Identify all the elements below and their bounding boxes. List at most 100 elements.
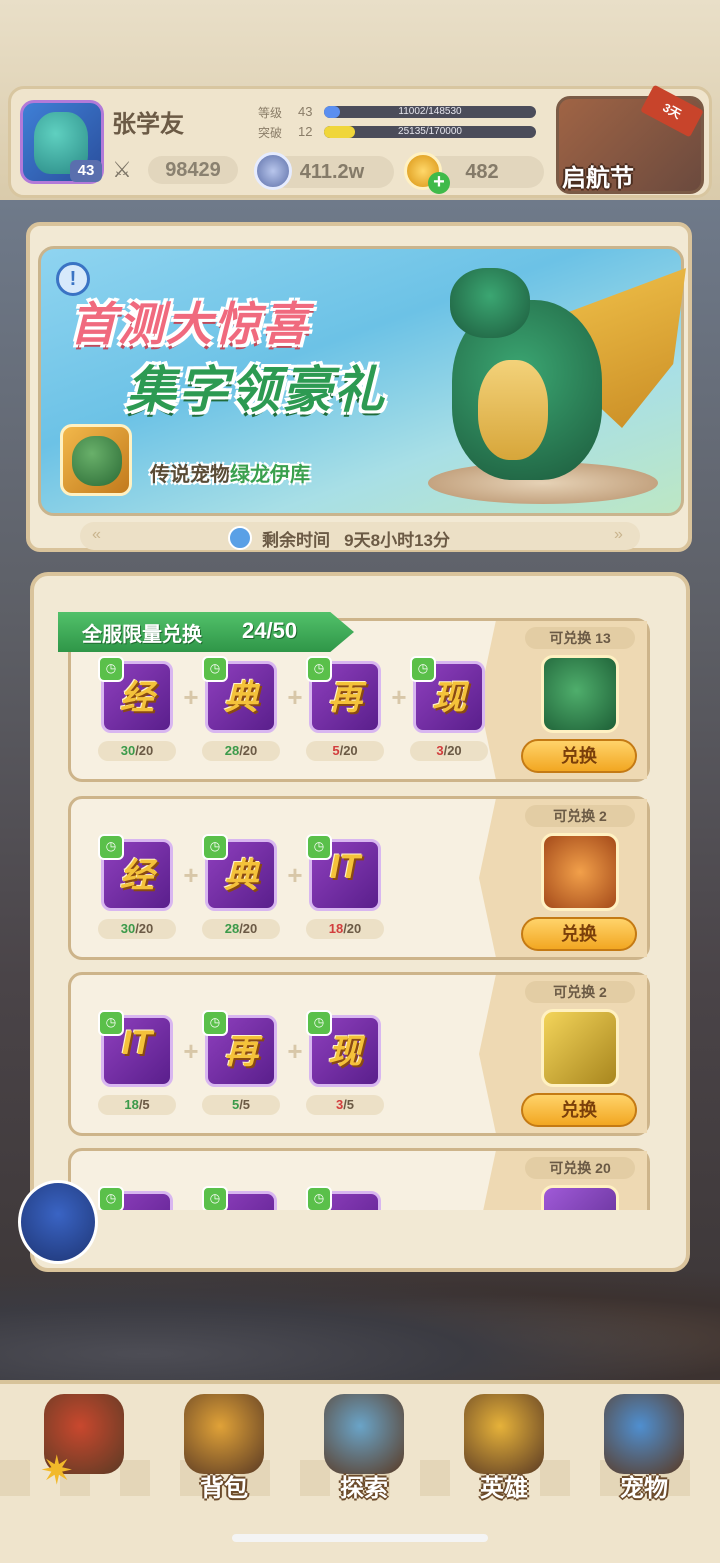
timer-value: 9天8小时13分	[344, 531, 450, 550]
plus-icon: +	[287, 1036, 303, 1066]
level-value: 43	[298, 104, 313, 119]
tile-count: 3/20	[410, 741, 488, 761]
character-tile[interactable]: ◷ 现	[306, 1010, 381, 1087]
count-need: /20	[343, 921, 362, 936]
home-indicator[interactable]	[232, 1534, 488, 1542]
exchange-button[interactable]: 兑换	[521, 1093, 637, 1127]
dragon-head-icon	[450, 268, 530, 338]
combat-power: 98429	[148, 156, 238, 184]
count-have: 3	[436, 743, 444, 758]
character-tile[interactable]: ◷	[306, 1186, 381, 1210]
dragon-pet-icon[interactable]	[541, 655, 619, 733]
character-tile[interactable]: ◷ 现	[410, 656, 485, 733]
exchange-list[interactable]: ◷ 经 +30/20 ◷ 典 +28/20 ◷ 再 +5/20 ◷ 现 3/20 可兑换 13 兑换 ◷ 经 +…	[52, 606, 666, 1210]
exchange-button[interactable]: 兑换	[521, 739, 637, 773]
tile-count: 30/20	[98, 919, 176, 939]
tile-character: IT	[329, 848, 361, 886]
plus-icon: +	[183, 860, 199, 890]
backpack-icon	[184, 1394, 264, 1474]
map-icon	[324, 1394, 404, 1474]
tile-count: 5/20	[306, 741, 384, 761]
count-need: /20	[443, 743, 462, 758]
character-tile[interactable]: ◷ IT	[306, 834, 381, 911]
dragon-portrait-icon	[72, 436, 122, 486]
count-have: 28	[224, 921, 240, 936]
breakthrough-label: 突破	[258, 126, 283, 140]
character-tile[interactable]: ◷ IT	[98, 1010, 173, 1087]
tile-count: 28/20	[202, 741, 280, 761]
pet-caption-name: 绿龙伊库	[230, 464, 310, 486]
tile-character: 再	[224, 1033, 258, 1071]
available-count: 可兑换 2	[525, 805, 635, 827]
rune-stone-icon[interactable]	[541, 833, 619, 911]
level-progress-text: 11002/148530	[398, 106, 462, 117]
count-need: /5	[239, 1097, 251, 1112]
pet-caption-prefix: 传说宠物	[150, 464, 230, 486]
nav-label: 探索	[340, 1475, 388, 1502]
tile-character: 经	[120, 679, 154, 717]
pet-icon	[604, 1394, 684, 1474]
timer-text: 剩余时间 9天8小时13分	[262, 526, 450, 551]
count-need: /5	[343, 1097, 355, 1112]
character-tile[interactable]: ◷ 再	[306, 656, 381, 733]
nav-label: 宠物	[620, 1475, 668, 1502]
chest-icon[interactable]	[541, 1185, 619, 1210]
available-count: 可兑换 13	[525, 627, 635, 649]
plus-icon: +	[287, 682, 303, 712]
dragon-belly-icon	[478, 360, 548, 460]
hero-icon	[464, 1394, 544, 1474]
count-need: /20	[239, 921, 258, 936]
plus-icon: +	[183, 682, 199, 712]
tile-count: 18/20	[306, 919, 384, 939]
server-limit-label: 全服限量兑换	[82, 624, 202, 646]
character-tile[interactable]: ◷ 经	[98, 656, 173, 733]
timer-label: 剩余时间	[262, 531, 330, 550]
level-label: 等级	[258, 106, 283, 120]
event-label: 启航节	[562, 165, 634, 192]
gold-card-icon[interactable]	[541, 1009, 619, 1087]
character-tile[interactable]: ◷ 经	[98, 834, 173, 911]
available-count: 可兑换 20	[525, 1157, 635, 1179]
left-chevron-icon: «	[92, 526, 101, 543]
nav-item-背包[interactable]: 背包	[164, 1384, 284, 1508]
tile-character: 典	[224, 679, 258, 717]
fish-bone-icon: ✷	[40, 1449, 74, 1493]
tile-count: 18/5	[98, 1095, 176, 1115]
right-chevron-icon: »	[614, 526, 623, 543]
character-tile[interactable]: ◷	[98, 1186, 173, 1210]
banner-title-2: 集字领豪礼	[126, 362, 386, 418]
player-name: 张学友	[112, 111, 184, 138]
nav-item-探索[interactable]: 探索	[304, 1384, 424, 1508]
exchange-card: ◷+◷+◷可兑换 20兑换	[68, 1148, 650, 1210]
pet-caption: 传说宠物绿龙伊库	[150, 458, 310, 487]
plus-icon: +	[391, 682, 407, 712]
nav-item-英雄[interactable]: 英雄	[444, 1384, 564, 1508]
available-count: 可兑换 2	[525, 981, 635, 1003]
count-need: /20	[135, 743, 154, 758]
clock-icon: ◷	[202, 1186, 228, 1210]
exchange-card: ◷ 经 +30/20 ◷ 典 +28/20 ◷ IT 18/20 可兑换 2 兑换	[68, 796, 650, 960]
banner-title-1: 首测大惊喜	[70, 298, 310, 350]
swords-icon: ⚔	[112, 157, 132, 182]
exchange-button[interactable]: 兑换	[521, 917, 637, 951]
count-need: /20	[239, 743, 258, 758]
clock-icon: ◷	[98, 1186, 124, 1210]
server-limit-count: 24/50	[242, 618, 298, 643]
nav-item-宠物[interactable]: 宠物	[584, 1384, 704, 1508]
tile-character: 现	[328, 1033, 362, 1071]
tile-count: 28/20	[202, 919, 280, 939]
silver-coin-icon	[254, 152, 292, 190]
player-level-badge: 43	[70, 160, 102, 182]
tile-character: 再	[328, 679, 362, 717]
tile-character: IT	[121, 1024, 153, 1062]
tile-character: 现	[432, 679, 466, 717]
nav-label: 背包	[200, 1475, 248, 1502]
character-tile[interactable]: ◷	[202, 1186, 277, 1210]
character-tile[interactable]: ◷ 再	[202, 1010, 277, 1087]
assistant-avatar-icon[interactable]	[18, 1180, 98, 1264]
count-have: 28	[224, 743, 240, 758]
plus-icon: +	[183, 1036, 199, 1066]
character-tile[interactable]: ◷ 典	[202, 656, 277, 733]
add-gold-icon[interactable]: +	[428, 172, 450, 194]
character-tile[interactable]: ◷ 典	[202, 834, 277, 911]
